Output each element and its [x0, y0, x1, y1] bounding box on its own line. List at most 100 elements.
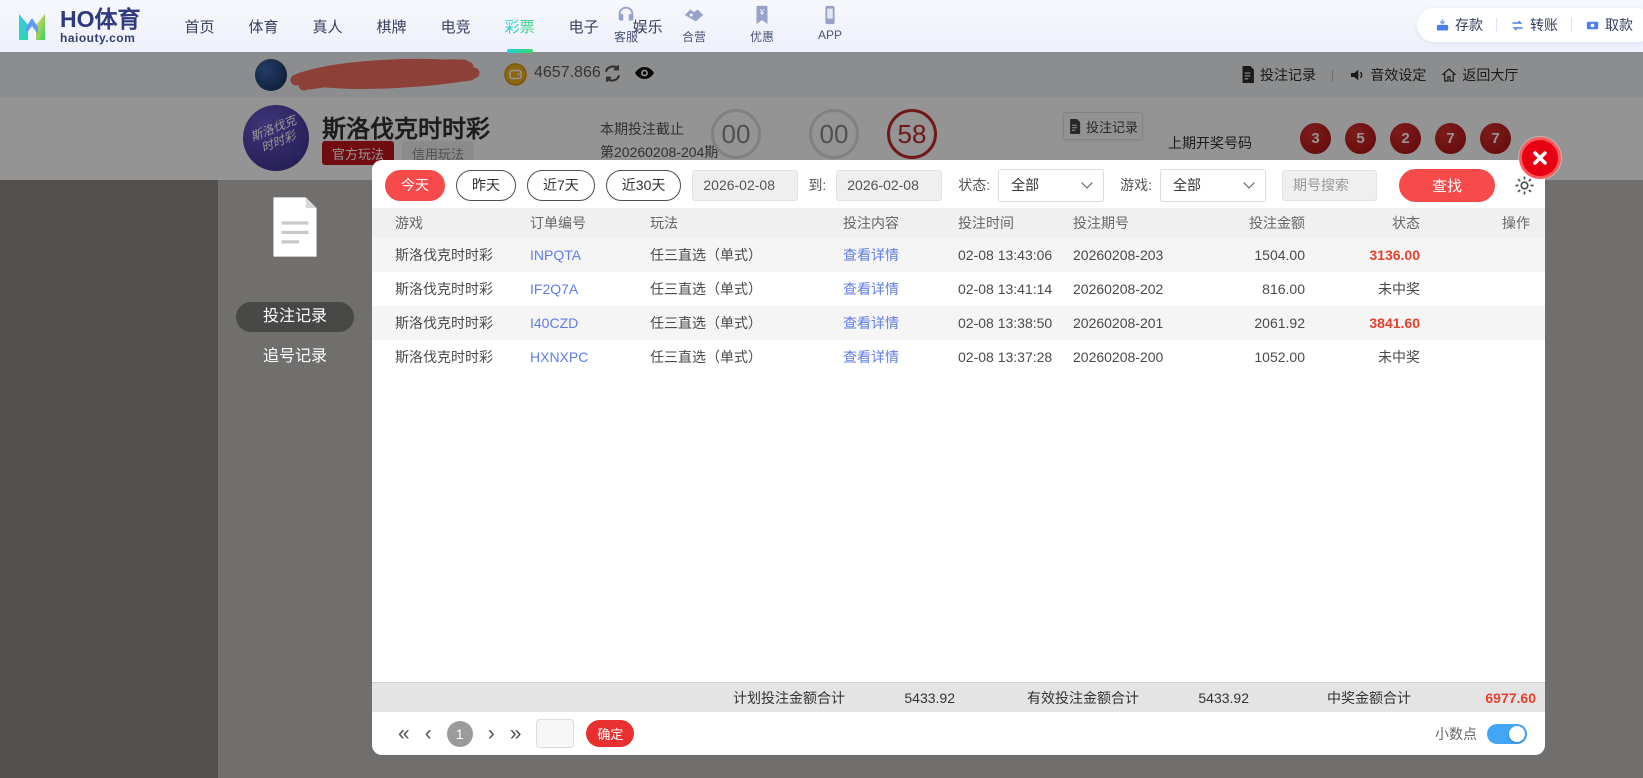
next-page-button[interactable]: ›	[488, 723, 495, 744]
app-download-item[interactable]: APP	[808, 4, 852, 45]
date-to-input[interactable]	[836, 169, 943, 201]
promotions-item[interactable]: ¥ 优惠	[740, 4, 784, 45]
table-row: 斯洛伐克时时彩 HXNXPC 任三直选（单式） 查看详情 02-08 13:37…	[372, 340, 1545, 374]
active-tab-indicator	[506, 48, 533, 53]
status-select[interactable]: 全部	[998, 168, 1105, 202]
nav-home[interactable]: 首页	[183, 10, 217, 43]
chevron-down-icon	[1243, 177, 1255, 189]
summary-row: 计划投注金额合计 5433.92 有效投注金额合计 5433.92 中奖金额合计…	[372, 682, 1545, 712]
cell-period: 20260208-200	[1073, 349, 1164, 365]
table-body: 斯洛伐克时时彩 INPQTA 任三直选（单式） 查看详情 02-08 13:43…	[372, 238, 1545, 374]
phone-app-icon	[825, 5, 835, 25]
cell-status: 未中奖	[1378, 349, 1420, 365]
nav-slots[interactable]: 电子	[567, 10, 601, 43]
deposit-link[interactable]: 存款	[1435, 15, 1483, 35]
cell-period: 20260208-201	[1073, 315, 1164, 331]
table-row: 斯洛伐克时时彩 IF2Q7A 任三直选（单式） 查看详情 02-08 13:41…	[372, 272, 1545, 306]
nav-sports[interactable]: 体育	[247, 10, 281, 43]
nav-lottery-active[interactable]: 彩票	[503, 10, 537, 53]
nav-board-games[interactable]: 棋牌	[375, 10, 409, 43]
cell-status: 未中奖	[1378, 281, 1420, 297]
cell-amount: 1504.00	[1254, 247, 1305, 263]
cell-amount: 816.00	[1262, 281, 1305, 297]
game-select[interactable]: 全部	[1160, 168, 1267, 202]
plan-total-value: 5433.92	[904, 689, 955, 706]
cell-period: 20260208-202	[1073, 281, 1164, 297]
table-row: 斯洛伐克时时彩 INPQTA 任三直选（单式） 查看详情 02-08 13:43…	[372, 238, 1545, 272]
filter-last7-button[interactable]: 近7天	[527, 169, 595, 201]
withdraw-icon	[1586, 21, 1599, 29]
win-total-label: 中奖金额合计	[1327, 689, 1411, 706]
logo[interactable]: HO体育 haiouty.com	[12, 6, 141, 46]
sidebar-item-bet-records[interactable]: 投注记录	[236, 302, 354, 332]
cell-order-link[interactable]: I40CZD	[530, 315, 650, 331]
filter-yesterday-button[interactable]: 昨天	[456, 169, 516, 201]
page-jump-input[interactable]	[536, 719, 575, 748]
sidebar-item-chase-records[interactable]: 追号记录	[236, 342, 354, 372]
confirm-page-button[interactable]: 确定	[586, 720, 635, 747]
cell-status: 3841.60	[1369, 315, 1420, 331]
cell-play: 任三直选（单式）	[650, 315, 762, 331]
quick-icons: 客服 合营 ¥ 优惠 APP	[604, 4, 852, 45]
cell-game: 斯洛伐克时时彩	[395, 349, 493, 365]
logo-title: HO体育	[60, 6, 141, 32]
cell-time: 02-08 13:37:28	[958, 349, 1053, 365]
cell-time: 02-08 13:43:06	[958, 247, 1053, 263]
search-button[interactable]: 查找	[1399, 168, 1496, 202]
customer-service-item[interactable]: 客服	[604, 4, 648, 45]
nav-live[interactable]: 真人	[311, 10, 345, 43]
modal-close-button[interactable]	[1519, 137, 1561, 179]
valid-total-value: 5433.92	[1198, 689, 1249, 706]
view-detail-link[interactable]: 查看详情	[843, 347, 958, 367]
period-search-input[interactable]	[1282, 169, 1378, 201]
cell-order-link[interactable]: IF2Q7A	[530, 281, 650, 297]
cell-game: 斯洛伐克时时彩	[395, 281, 493, 297]
transfer-icon	[1512, 20, 1523, 30]
table-row: 斯洛伐克时时彩 I40CZD 任三直选（单式） 查看详情 02-08 13:38…	[372, 306, 1545, 340]
decimal-toggle[interactable]	[1487, 723, 1527, 744]
filter-last30-button[interactable]: 近30天	[605, 169, 682, 201]
bet-records-modal: 今天 昨天 近7天 近30天 到: 状态: 全部 游戏: 全部 查找	[372, 160, 1545, 755]
screen: 4657.866 投注记录 | 音效设定 返回大厅 斯洛伐克 时时彩 斯洛伐克时…	[0, 0, 1643, 778]
first-page-button[interactable]: «	[398, 723, 410, 744]
nav-esports[interactable]: 电竞	[439, 10, 473, 43]
cell-game: 斯洛伐克时时彩	[395, 247, 493, 263]
chevron-down-icon	[1081, 177, 1093, 189]
plan-total-label: 计划投注金额合计	[733, 689, 845, 706]
toggle-knob	[1509, 725, 1525, 742]
withdraw-link[interactable]: 取款	[1585, 15, 1633, 35]
game-label: 游戏:	[1120, 177, 1153, 193]
transfer-link[interactable]: 转账	[1510, 15, 1558, 35]
view-detail-link[interactable]: 查看详情	[843, 245, 958, 265]
pagination: « ‹ 1 › » 确定	[372, 712, 1545, 755]
cell-amount: 2061.92	[1254, 315, 1305, 331]
logo-domain: haiouty.com	[60, 31, 136, 45]
record-document-icon	[273, 197, 317, 257]
logo-icon	[19, 14, 45, 40]
current-page-badge[interactable]: 1	[446, 720, 473, 747]
cell-order-link[interactable]: INPQTA	[530, 247, 650, 263]
to-label: 到:	[808, 177, 827, 193]
top-navbar: HO体育 haiouty.com 首页 体育 真人 棋牌 电竞 彩票 电子 娱乐…	[0, 0, 1643, 53]
svg-text:¥: ¥	[759, 8, 765, 17]
partnership-item[interactable]: 合营	[672, 4, 716, 45]
prev-page-button[interactable]: ‹	[425, 723, 432, 744]
cell-play: 任三直选（单式）	[650, 247, 762, 263]
filter-row: 今天 昨天 近7天 近30天 到: 状态: 全部 游戏: 全部 查找	[385, 168, 1536, 202]
cell-time: 02-08 13:41:14	[958, 281, 1053, 297]
wallet-actions: 存款 转账 取款	[1417, 8, 1643, 42]
filter-today-button[interactable]: 今天	[385, 169, 445, 201]
cell-time: 02-08 13:38:50	[958, 315, 1053, 331]
date-from-input[interactable]	[692, 169, 799, 201]
headset-icon	[618, 6, 634, 21]
view-detail-link[interactable]: 查看详情	[843, 313, 958, 333]
view-detail-link[interactable]: 查看详情	[843, 279, 958, 299]
last-page-button[interactable]: »	[510, 723, 522, 744]
cell-order-link[interactable]: HXNXPC	[530, 349, 650, 365]
valid-total-label: 有效投注金额合计	[1027, 689, 1139, 706]
divider	[1496, 18, 1497, 32]
cell-play: 任三直选（单式）	[650, 281, 762, 297]
cell-play: 任三直选（单式）	[650, 349, 762, 365]
nav-links: 首页 体育 真人 棋牌 电竞 彩票 电子 娱乐	[183, 10, 665, 53]
decimal-control: 小数点	[1435, 712, 1527, 755]
